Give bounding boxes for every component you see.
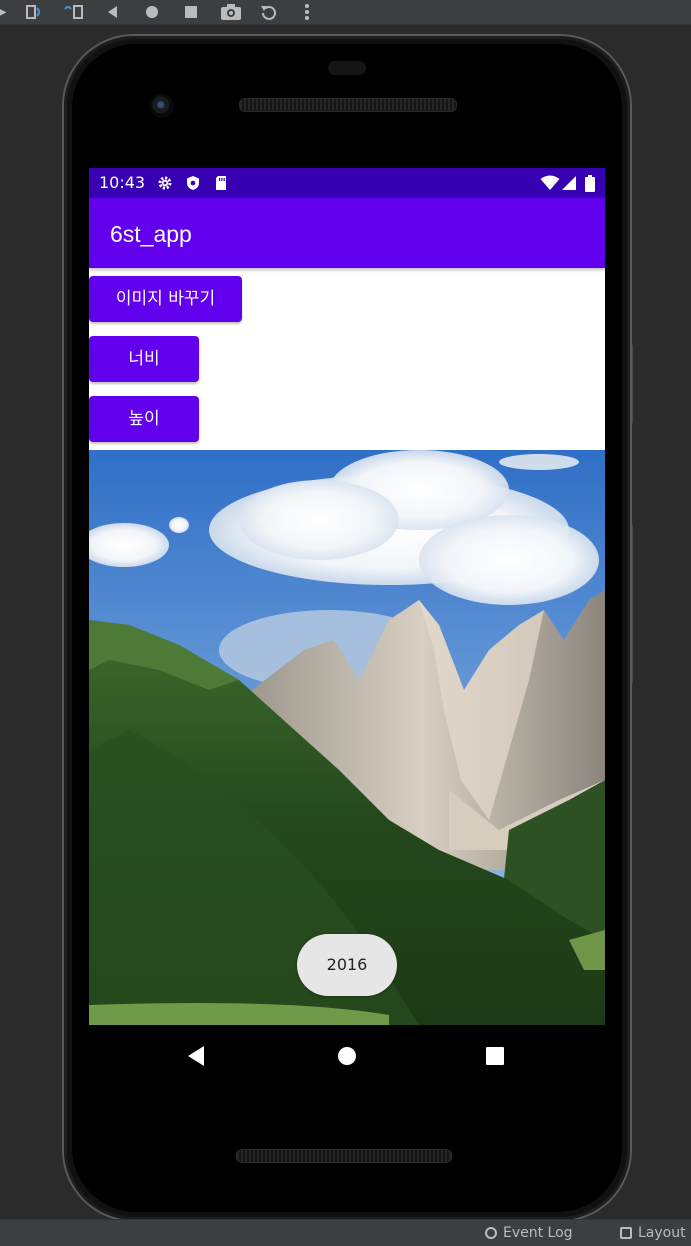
layout-inspector-label: Layout	[638, 1225, 686, 1241]
apply-changes-icon[interactable]	[25, 3, 43, 21]
rotate-icon[interactable]	[259, 3, 277, 21]
front-camera-icon	[150, 94, 174, 118]
navigation-bar	[89, 1025, 605, 1087]
overview-icon[interactable]	[182, 3, 200, 21]
signal-icon	[561, 175, 577, 191]
width-button[interactable]: 너비	[89, 336, 199, 382]
event-log-label: Event Log	[503, 1225, 573, 1241]
sd-card-icon	[213, 175, 229, 191]
more-icon[interactable]	[298, 3, 316, 21]
status-time: 10:43	[99, 173, 146, 192]
screenshot-icon[interactable]	[220, 3, 241, 21]
back-icon[interactable]	[104, 3, 122, 21]
recents-square-icon[interactable]	[483, 1044, 507, 1068]
app-title: 6st_app	[110, 221, 192, 247]
home-circle-icon[interactable]	[335, 1044, 359, 1068]
layout-inspector-icon	[620, 1227, 632, 1239]
bottom-speaker	[236, 1149, 452, 1163]
height-button[interactable]: 높이	[89, 396, 199, 442]
event-log-icon	[485, 1227, 497, 1239]
emulator-toolbar: ▸	[0, 0, 691, 25]
run-icon[interactable]: ▸	[0, 3, 12, 21]
device-screen: 10:43 6st_app 이미지 바꾸기 너비 높이 2016	[89, 168, 605, 1025]
settings-icon	[157, 175, 173, 191]
back-triangle-icon[interactable]	[185, 1044, 209, 1068]
wifi-icon	[540, 175, 560, 191]
proximity-sensor	[328, 61, 366, 75]
toast-message: 2016	[297, 934, 397, 996]
apply-code-changes-icon[interactable]	[63, 3, 83, 21]
status-bar: 10:43	[89, 168, 605, 198]
app-bar: 6st_app	[89, 198, 605, 268]
event-log-button[interactable]: Event Log	[485, 1225, 573, 1241]
shield-icon	[185, 175, 201, 191]
battery-icon	[584, 175, 596, 192]
home-icon[interactable]	[143, 3, 161, 21]
earpiece-speaker	[239, 98, 457, 112]
ide-status-bar: Event Log Layout	[0, 1219, 691, 1246]
change-image-button[interactable]: 이미지 바꾸기	[89, 276, 242, 322]
layout-inspector-button[interactable]: Layout	[620, 1225, 686, 1241]
